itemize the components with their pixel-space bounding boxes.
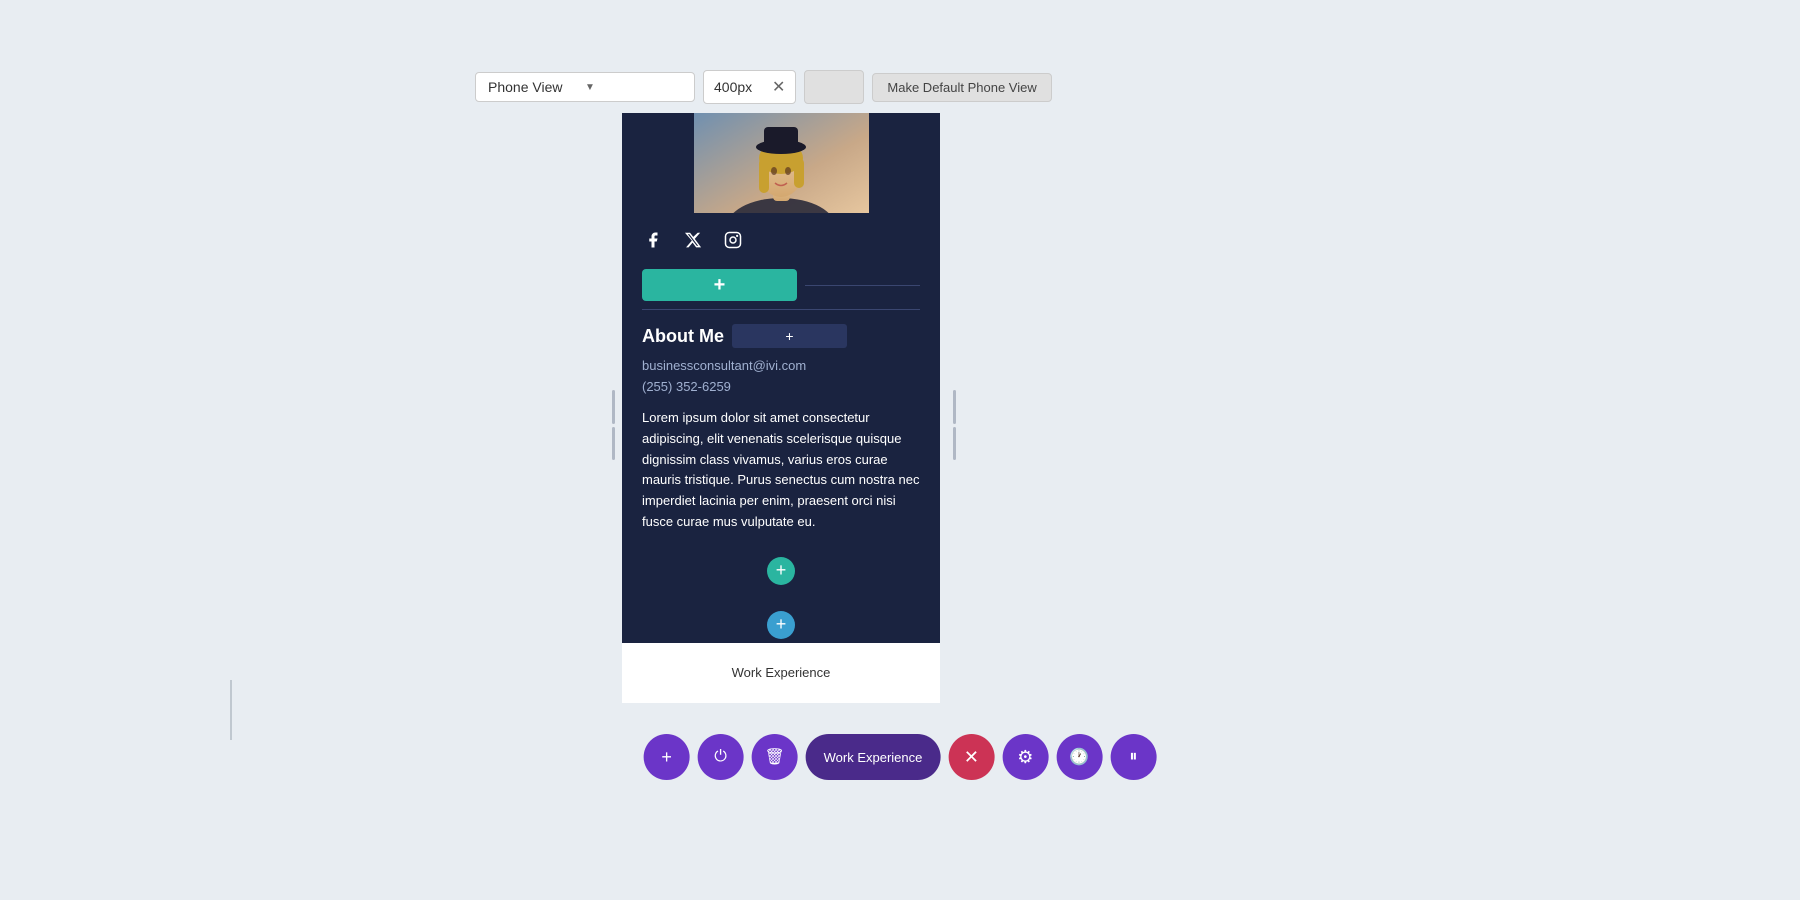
work-experience-label: Work Experience — [732, 665, 831, 680]
section-label-container: Work Experience — [806, 734, 941, 780]
bottom-add-button[interactable]: + — [644, 734, 690, 780]
bottom-clock-button[interactable]: 🕐 — [1056, 734, 1102, 780]
work-experience-section: Work Experience — [622, 643, 940, 703]
about-title: About Me — [642, 326, 724, 347]
bottom-pause-wrap: ⏸ — [1110, 734, 1156, 780]
section-add-button[interactable]: + — [767, 611, 795, 639]
phone-preview-frame: + About Me + businessconsultant@ivi.com … — [622, 113, 940, 703]
extra-input-field — [804, 70, 864, 104]
bottom-clock-wrap: 🕐 — [1056, 734, 1102, 780]
person-figure — [694, 113, 869, 213]
view-select-dropdown[interactable]: Phone View ▼ — [475, 72, 695, 102]
add-inline-icon: + — [785, 328, 793, 344]
view-select-label: Phone View — [488, 79, 585, 95]
width-input[interactable] — [714, 79, 764, 95]
right-resize-handle[interactable] — [949, 390, 959, 460]
bottom-power-button[interactable]: ⏻ — [698, 734, 744, 780]
profile-image — [694, 113, 869, 213]
make-default-button[interactable]: Make Default Phone View — [872, 73, 1051, 102]
left-resize-handle[interactable] — [608, 390, 618, 460]
bottom-clock-icon: 🕐 — [1069, 747, 1089, 767]
bottom-power-icon: ⏻ — [714, 748, 727, 766]
bio-text: Lorem ipsum dolor sit amet consectetur a… — [642, 408, 920, 533]
facebook-icon[interactable] — [642, 229, 664, 251]
add-green-icon: + — [714, 274, 726, 297]
bottom-trash-icon: 🗑 — [764, 747, 784, 767]
section-separator: + — [622, 607, 940, 643]
bottom-add-icon: + — [661, 747, 672, 768]
profile-image-container — [622, 113, 940, 213]
bottom-close-wrap: ✕ — [948, 734, 994, 780]
add-circle-button[interactable]: + — [767, 557, 795, 585]
contact-email: businessconsultant@ivi.com — [642, 358, 920, 373]
bottom-gear-wrap: ⚙ — [1002, 734, 1048, 780]
about-title-row: About Me + — [642, 324, 920, 348]
width-input-wrap: ✕ — [703, 70, 796, 104]
bottom-trash-button[interactable]: 🗑 — [752, 734, 798, 780]
bottom-gear-button[interactable]: ⚙ — [1002, 734, 1048, 780]
instagram-icon[interactable] — [722, 229, 744, 251]
bottom-gear-icon: ⚙ — [1017, 747, 1033, 768]
add-green-button[interactable]: + — [642, 269, 797, 301]
bottom-close-button[interactable]: ✕ — [948, 734, 994, 780]
add-inline-button[interactable]: + — [732, 324, 847, 348]
bottom-add-wrap: + — [644, 734, 690, 780]
person-svg — [694, 113, 869, 213]
clear-width-icon[interactable]: ✕ — [772, 77, 785, 97]
social-icons-row — [622, 213, 940, 261]
dropdown-arrow-icon: ▼ — [585, 82, 682, 93]
add-circle-container: + — [642, 543, 920, 599]
bottom-pause-button[interactable]: ⏸ — [1110, 734, 1156, 780]
bottom-trash-wrap: 🗑 — [752, 734, 798, 780]
top-toolbar: Phone View ▼ ✕ Make Default Phone View — [475, 70, 1052, 104]
contact-phone: (255) 352-6259 — [642, 379, 920, 394]
left-vertical-bar — [230, 680, 232, 740]
bottom-power-wrap: ⏻ — [698, 734, 744, 780]
about-section: About Me + businessconsultant@ivi.com (2… — [622, 310, 940, 607]
bottom-close-icon: ✕ — [964, 747, 979, 768]
add-section-row: + — [622, 261, 940, 309]
twitter-x-icon[interactable] — [682, 229, 704, 251]
bottom-pause-icon: ⏸ — [1129, 748, 1137, 766]
section-name-label: Work Experience — [824, 750, 923, 765]
mobile-content: + About Me + businessconsultant@ivi.com … — [622, 113, 940, 703]
bottom-toolbar: + ⏻ 🗑 Work Experience ✕ ⚙ 🕐 ⏸ — [644, 734, 1157, 780]
